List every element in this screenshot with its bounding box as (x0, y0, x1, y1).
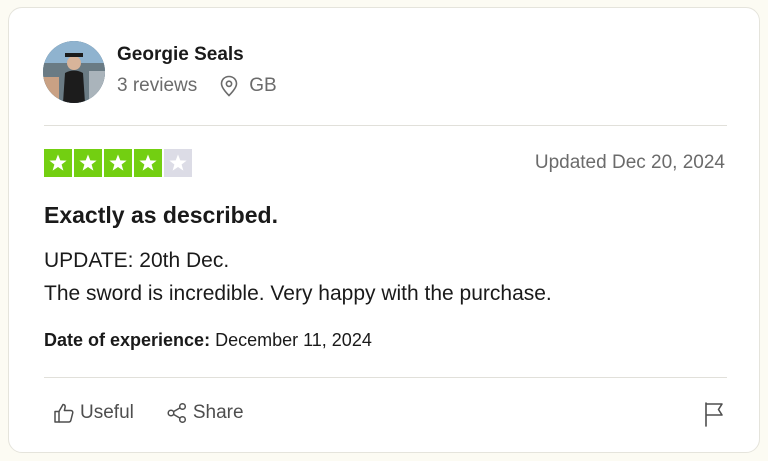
date-of-experience: Date of experience: December 11, 2024 (44, 330, 372, 351)
review-title: Exactly as described. (44, 202, 278, 228)
thumbs-up-icon (54, 403, 74, 423)
review-body-line: UPDATE: 20th Dec. (44, 249, 230, 272)
review-updated-date: Updated Dec 20, 2024 (534, 152, 725, 173)
experience-date: December 11, 2024 (215, 330, 372, 350)
review-card: Georgie Seals 3 reviews GB Updated Dec 2… (8, 7, 760, 453)
star-rating (44, 149, 194, 177)
star-icon (104, 149, 132, 177)
star-icon (74, 149, 102, 177)
share-label: Share (192, 402, 244, 423)
review-count: 3 reviews (117, 75, 198, 96)
reviewer-country: GB (219, 75, 277, 97)
star-icon (134, 149, 162, 177)
useful-button[interactable]: Useful (53, 402, 134, 424)
divider (44, 377, 727, 378)
flag-icon[interactable] (703, 401, 725, 427)
review-actions: Useful Share (53, 402, 244, 424)
location-pin-icon (220, 75, 238, 97)
useful-label: Useful (80, 402, 134, 423)
star-icon (44, 149, 72, 177)
avatar[interactable] (43, 41, 105, 103)
experience-label: Date of experience: (44, 330, 211, 350)
share-button[interactable]: Share (166, 402, 244, 424)
star-icon (164, 149, 192, 177)
review-body: UPDATE: 20th Dec. The sword is incredibl… (44, 244, 552, 310)
reviewer-name[interactable]: Georgie Seals (117, 44, 244, 66)
review-body-line: The sword is incredible. Very happy with… (44, 282, 552, 305)
share-icon (167, 402, 186, 424)
country-code: GB (249, 75, 277, 96)
reviewer-meta: 3 reviews GB (117, 75, 277, 97)
divider (44, 125, 727, 126)
